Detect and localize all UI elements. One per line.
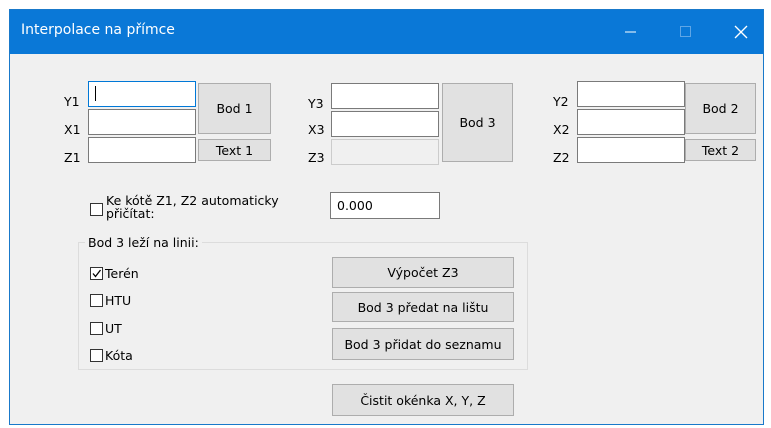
z2-input[interactable] [577,137,685,163]
htu-checkbox[interactable] [90,294,103,307]
auto-add-value-input[interactable]: 0.000 [330,192,440,219]
ut-label: UT [105,321,122,336]
y3-label: Y3 [308,96,324,111]
z2-label: Z2 [553,150,570,165]
close-icon [734,25,748,39]
y2-input[interactable] [577,81,685,107]
send-to-bar-button[interactable]: Bod 3 předat na lištu [332,292,514,322]
x3-label: X3 [308,122,325,137]
auto-add-checkbox[interactable] [90,203,103,216]
teren-label: Terén [105,266,139,281]
line-group-title: Bod 3 leží na linii: [85,235,202,250]
z1-input[interactable] [88,137,196,163]
close-button[interactable] [718,10,764,54]
y1-input[interactable] [88,81,196,107]
bod3-button[interactable]: Bod 3 [442,83,513,162]
ut-checkbox[interactable] [90,322,103,335]
text-caret [95,86,96,101]
htu-label: HTU [105,293,132,308]
teren-checkbox[interactable] [90,267,103,280]
text2-button[interactable]: Text 2 [685,139,756,161]
y1-label: Y1 [64,94,80,109]
x2-input[interactable] [577,109,685,135]
x2-label: X2 [553,122,570,137]
kota-label: Kóta [105,348,133,363]
kota-checkbox[interactable] [90,349,103,362]
x3-input[interactable] [331,111,439,137]
bod1-button[interactable]: Bod 1 [198,83,271,134]
x1-input[interactable] [88,109,196,135]
z3-input [331,139,439,165]
check-icon [92,269,102,278]
add-to-list-button[interactable]: Bod 3 přidat do seznamu [332,328,514,360]
dialog-window: Interpolace na přímce Y1 X1 Z1 Bod 1 Tex… [9,9,764,425]
maximize-button [663,10,709,54]
clear-fields-button[interactable]: Čistit okénka X, Y, Z [332,384,514,416]
y3-input[interactable] [331,83,439,109]
x1-label: X1 [64,122,81,137]
minimize-icon [625,31,636,33]
maximize-icon [680,26,691,37]
text1-button[interactable]: Text 1 [198,139,271,161]
z1-label: Z1 [64,150,81,165]
minimize-button[interactable] [608,10,654,54]
bod2-button[interactable]: Bod 2 [685,83,756,134]
y2-label: Y2 [553,94,569,109]
window-title: Interpolace na přímce [21,22,175,38]
auto-add-label-line2: přičítat: [106,206,155,221]
compute-z3-button[interactable]: Výpočet Z3 [332,257,514,288]
title-bar[interactable]: Interpolace na přímce [10,10,763,54]
z3-label: Z3 [308,150,325,165]
